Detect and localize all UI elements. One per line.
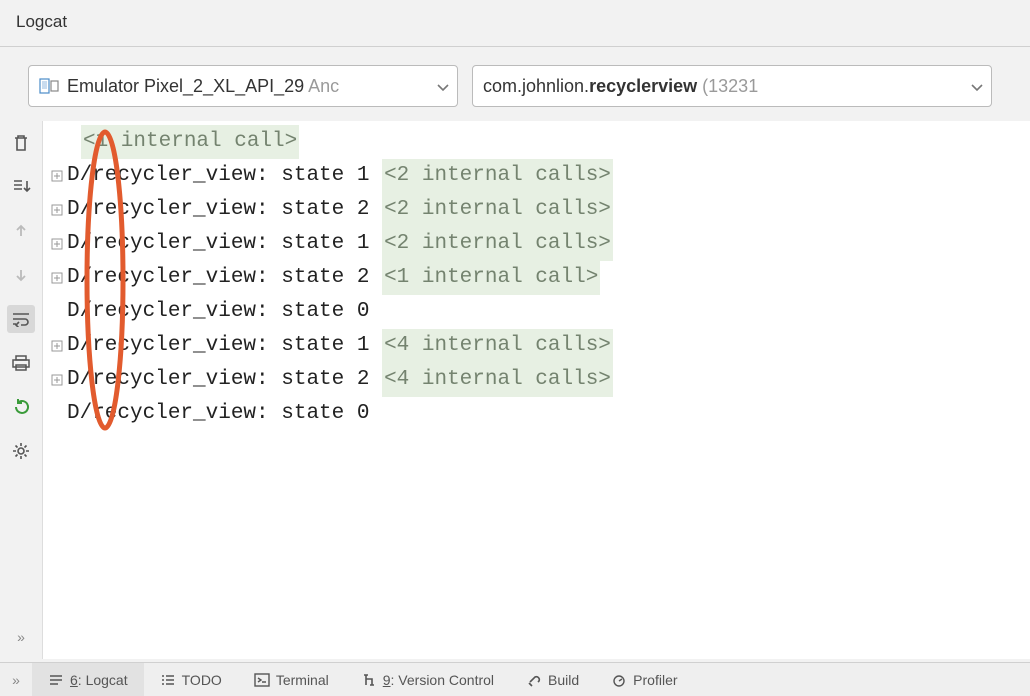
tab-todo[interactable]: TODO: [144, 663, 238, 696]
down-button[interactable]: [7, 261, 35, 289]
expand-icon[interactable]: [49, 168, 65, 184]
up-button[interactable]: [7, 217, 35, 245]
log-line: D/recycler_view: state 2 <1 internal cal…: [43, 261, 1030, 295]
terminal-icon: [254, 673, 270, 687]
device-selector-text: Emulator Pixel_2_XL_API_29 Anc: [67, 76, 429, 97]
log-line: D/recycler_view: state 0: [43, 397, 1030, 431]
internal-call-badge: <2 internal calls>: [382, 159, 613, 193]
log-text: D/recycler_view: state 0: [67, 295, 369, 329]
log-text: D/recycler_view: state 0: [67, 397, 369, 431]
expand-icon[interactable]: [49, 236, 65, 252]
filter-row: Emulator Pixel_2_XL_API_29 Anc com.johnl…: [0, 47, 1030, 121]
settings-button[interactable]: [7, 437, 35, 465]
log-line: D/recycler_view: state 1 <4 internal cal…: [43, 329, 1030, 363]
main-area: » <1 internal call>D/recycler_view: stat…: [0, 121, 1030, 659]
log-line: <1 internal call>: [43, 125, 1030, 159]
log-line: D/recycler_view: state 2 <4 internal cal…: [43, 363, 1030, 397]
internal-call-badge: <4 internal calls>: [382, 329, 613, 363]
expand-icon[interactable]: [49, 270, 65, 286]
internal-call-badge: <1 internal call>: [81, 125, 299, 159]
tab-terminal[interactable]: Terminal: [238, 663, 345, 696]
left-toolbar: »: [0, 121, 42, 659]
expand-icon[interactable]: [49, 338, 65, 354]
chevron-down-icon: [437, 76, 449, 97]
tab-version-control[interactable]: 9: Version Control: [345, 663, 510, 696]
bottom-tool-window-bar: » 6: Logcat TODO Terminal 9: Version Con…: [0, 662, 1030, 696]
vcs-icon: [361, 673, 377, 687]
device-icon: [39, 78, 59, 94]
expand-icon[interactable]: [49, 202, 65, 218]
chevron-down-icon: [971, 76, 983, 97]
log-text: D/recycler_view: state 1: [67, 329, 382, 363]
tab-profiler[interactable]: Profiler: [595, 663, 693, 696]
log-panel[interactable]: <1 internal call>D/recycler_view: state …: [42, 121, 1030, 659]
log-text: D/recycler_view: state 1: [67, 159, 382, 193]
build-icon: [526, 673, 542, 687]
scroll-to-end-button[interactable]: [7, 173, 35, 201]
tab-build[interactable]: Build: [510, 663, 595, 696]
soft-wrap-button[interactable]: [7, 305, 35, 333]
log-text: D/recycler_view: state 2: [67, 193, 382, 227]
restart-button[interactable]: [7, 393, 35, 421]
clear-button[interactable]: [7, 129, 35, 157]
print-button[interactable]: [7, 349, 35, 377]
log-line: D/recycler_view: state 0: [43, 295, 1030, 329]
panel-title: Logcat: [0, 0, 1030, 47]
log-line: D/recycler_view: state 2 <2 internal cal…: [43, 193, 1030, 227]
process-selector[interactable]: com.johnlion.recyclerview (13231: [472, 65, 992, 107]
log-text: D/recycler_view: state 2: [67, 363, 382, 397]
log-line: D/recycler_view: state 1 <2 internal cal…: [43, 227, 1030, 261]
tab-logcat[interactable]: 6: Logcat: [32, 663, 144, 696]
log-text: D/recycler_view: state 2: [67, 261, 382, 295]
expand-tabs-button[interactable]: »: [0, 672, 32, 688]
process-selector-text: com.johnlion.recyclerview (13231: [483, 76, 963, 97]
device-selector[interactable]: Emulator Pixel_2_XL_API_29 Anc: [28, 65, 458, 107]
log-text: D/recycler_view: state 1: [67, 227, 382, 261]
expand-toolbar-button[interactable]: »: [7, 623, 35, 651]
log-line: D/recycler_view: state 1 <2 internal cal…: [43, 159, 1030, 193]
profiler-icon: [611, 673, 627, 687]
internal-call-badge: <1 internal call>: [382, 261, 600, 295]
todo-icon: [160, 673, 176, 687]
internal-call-badge: <4 internal calls>: [382, 363, 613, 397]
logcat-icon: [48, 673, 64, 687]
internal-call-badge: <2 internal calls>: [382, 227, 613, 261]
internal-call-badge: <2 internal calls>: [382, 193, 613, 227]
expand-icon[interactable]: [49, 372, 65, 388]
